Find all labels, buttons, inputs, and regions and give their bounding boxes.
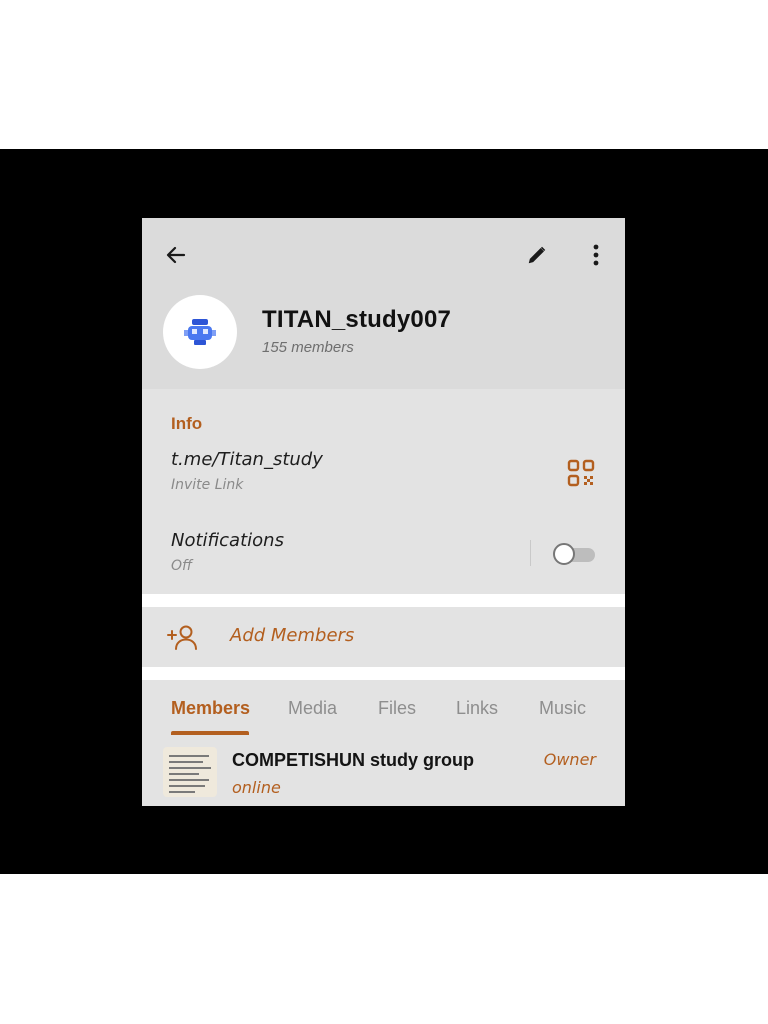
member-avatar: [163, 747, 217, 797]
tab-files[interactable]: Files: [378, 698, 416, 719]
tab-music[interactable]: Music: [539, 698, 586, 719]
profile-header: TITAN_study007 155 members: [142, 218, 625, 389]
pencil-icon[interactable]: [519, 237, 555, 273]
group-profile-screen: TITAN_study007 155 members Info t.me/Tit…: [142, 218, 625, 806]
member-name: COMPETISHUN study group: [232, 750, 474, 770]
section-separator: [142, 667, 625, 680]
add-person-icon: [166, 623, 200, 651]
group-avatar[interactable]: [163, 295, 237, 369]
member-role-badge: Owner: [543, 750, 596, 769]
invite-link-label: Invite Link: [171, 477, 244, 493]
member-count: 155 members: [262, 339, 354, 356]
group-name: TITAN_study007: [262, 306, 452, 333]
notifications-label[interactable]: Notifications: [171, 530, 284, 551]
notifications-value: Off: [171, 558, 193, 574]
list-item[interactable]: COMPETISHUN study group online Owner: [142, 740, 625, 806]
back-arrow-icon[interactable]: [158, 237, 194, 273]
active-tab-indicator: [171, 731, 249, 735]
invite-link[interactable]: t.me/Titan_study: [171, 449, 323, 470]
info-section-title: Info: [171, 414, 203, 433]
section-separator: [142, 594, 625, 607]
tab-media[interactable]: Media: [288, 698, 337, 719]
notifications-toggle[interactable]: [553, 543, 597, 565]
add-members-label: Add Members: [230, 625, 355, 646]
member-status: online: [232, 778, 281, 797]
tab-links[interactable]: Links: [456, 698, 498, 719]
qr-code-icon[interactable]: [566, 458, 596, 488]
toggle-knob: [553, 543, 575, 565]
tab-members[interactable]: Members: [171, 698, 250, 719]
robot-logo-icon: [184, 319, 216, 345]
vertical-divider: [530, 540, 531, 566]
more-vertical-icon[interactable]: [578, 237, 614, 273]
add-members-button[interactable]: Add Members: [142, 607, 625, 667]
